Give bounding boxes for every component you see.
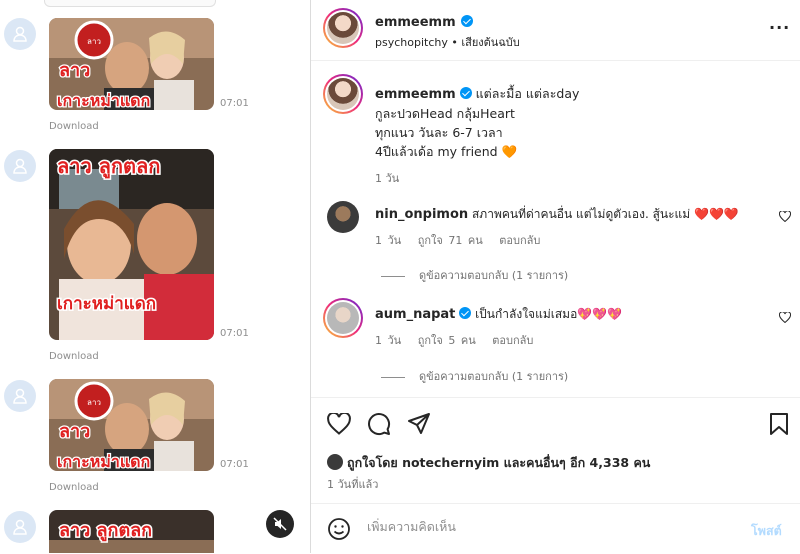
- user-icon: [13, 26, 27, 42]
- comment: aum_napat เป็นกำลังใจแม่เสมอ💖💖💖: [375, 305, 775, 324]
- comment-input[interactable]: [365, 518, 729, 535]
- comment-icon[interactable]: [367, 412, 391, 436]
- post-comment-button[interactable]: โพสต์: [751, 521, 782, 541]
- reply-button[interactable]: ตอบกลับ: [492, 334, 533, 347]
- audio-label[interactable]: เสียงต้นฉบับ: [461, 36, 519, 49]
- comment-time: 1 วัน: [375, 334, 402, 347]
- verified-icon: [460, 15, 473, 27]
- user-icon: [13, 519, 27, 535]
- comment-meta: 1 วัน ถูกใจ 71 คน ตอบกลับ: [375, 231, 540, 249]
- author-avatar[interactable]: [323, 8, 363, 48]
- view-replies[interactable]: ดูข้อความตอบกลับ (1 รายการ): [381, 367, 568, 385]
- post-header: emmeemm psychopitchy • เสียงต้นฉบับ ···: [311, 0, 800, 61]
- more-options-button[interactable]: ···: [769, 18, 790, 37]
- comment-likes[interactable]: ถูกใจ 71 คน: [418, 234, 483, 247]
- likes-text[interactable]: ถูกใจโดย notechernyim และคนอื่นๆ อีก 4,3…: [347, 455, 650, 470]
- message-time: 07:01: [220, 328, 249, 339]
- sender-avatar[interactable]: [4, 380, 36, 412]
- audio-line[interactable]: psychopitchy • เสียงต้นฉบับ: [375, 33, 520, 51]
- comment-like-icon[interactable]: [779, 211, 791, 222]
- comment-meta: 1 วัน ถูกใจ 5 คน ตอบกลับ: [375, 331, 533, 349]
- comment-username[interactable]: nin_onpimon: [375, 207, 468, 222]
- message-time: 07:01: [220, 98, 249, 109]
- user-icon: [13, 158, 27, 174]
- sender-avatar[interactable]: [4, 18, 36, 50]
- comment-likes[interactable]: ถูกใจ 5 คน: [418, 334, 476, 347]
- action-bar: [311, 397, 800, 450]
- verified-icon: [459, 87, 472, 99]
- chat-panel: ลาว ลาว เกาะหม่าแดก 07:01 Download ลาว ล…: [0, 0, 310, 553]
- caption-line: กูละปวดHead กลุ้มHeart: [375, 106, 515, 121]
- comment: nin_onpimon สภาพคนที่ด่าคนอื่น แต่ไม่ดูต…: [375, 205, 775, 224]
- message-time: 07:01: [220, 459, 249, 470]
- caption-avatar[interactable]: [323, 74, 363, 114]
- sender-avatar[interactable]: [4, 150, 36, 182]
- message-image[interactable]: ลาว ลูกตลก: [49, 510, 214, 553]
- caption-line: 4ปีแล้วเด้อ my friend 🧡: [375, 144, 518, 159]
- share-icon[interactable]: [407, 412, 431, 436]
- comment-text: เป็นกำลังใจแม่เสมอ💖💖💖: [475, 307, 623, 321]
- overlay-text: ลาว: [59, 60, 90, 81]
- svg-text:ลาว: ลาว: [87, 37, 101, 46]
- commenter-avatar[interactable]: [323, 298, 363, 338]
- likes-summary[interactable]: ถูกใจโดย notechernyim และคนอื่นๆ อีก 4,3…: [327, 453, 650, 473]
- post-time: 1 วันที่แล้ว: [327, 478, 379, 491]
- overlay-text: ลาว: [59, 421, 90, 442]
- post-panel: emmeemm psychopitchy • เสียงต้นฉบับ ··· …: [311, 0, 800, 553]
- overlay-text: ลาว ลูกตลก: [59, 520, 152, 542]
- author-username[interactable]: emmeemm: [375, 15, 456, 30]
- user-icon: [13, 388, 27, 404]
- chat-top-edge: [44, 0, 216, 7]
- add-comment-bar: โพสต์: [311, 503, 800, 554]
- message-image[interactable]: ลาว ลาว เกาะหม่าแดก: [49, 379, 214, 471]
- svg-text:ลาว: ลาว: [87, 398, 101, 407]
- download-link[interactable]: Download: [49, 121, 99, 132]
- mute-button[interactable]: [266, 510, 294, 538]
- message-image[interactable]: ลาว ลูกตลก เกาะหม่าแดก: [49, 149, 214, 340]
- comment-time: 1 วัน: [375, 234, 402, 247]
- caption-time: 1 วัน: [375, 172, 400, 185]
- message-image[interactable]: ลาว ลาว เกาะหม่าแดก: [49, 18, 214, 110]
- comment-like-icon[interactable]: [779, 312, 791, 323]
- caption: emmeemm แต่ละมื้อ แต่ละday กูละปวดHead ก…: [375, 84, 765, 188]
- caption-username[interactable]: emmeemm: [375, 87, 456, 102]
- view-replies[interactable]: ดูข้อความตอบกลับ (1 รายการ): [381, 266, 568, 284]
- mute-icon: [273, 517, 287, 531]
- commenter-avatar[interactable]: [327, 201, 359, 233]
- verified-icon: [459, 307, 472, 319]
- emoji-icon[interactable]: [327, 517, 351, 541]
- liker-avatar[interactable]: [327, 454, 343, 470]
- caption-line: ทุกแนว วันละ 6-7 เวลา: [375, 125, 503, 140]
- reply-button[interactable]: ตอบกลับ: [499, 234, 540, 247]
- overlay-text: ลาว ลูกตลก: [57, 154, 160, 180]
- bookmark-icon[interactable]: [769, 412, 789, 436]
- comment-text: สภาพคนที่ด่าคนอื่น แต่ไม่ดูตัวเอง. สู้นะ…: [471, 207, 739, 221]
- more-icon: ···: [769, 18, 791, 37]
- audio-author[interactable]: psychopitchy: [375, 36, 448, 49]
- comment-username[interactable]: aum_napat: [375, 307, 455, 322]
- download-link[interactable]: Download: [49, 351, 99, 362]
- sender-avatar[interactable]: [4, 511, 36, 543]
- overlay-text: เกาะหม่าแดก: [57, 91, 150, 110]
- overlay-text: เกาะหม่าแดก: [57, 294, 156, 314]
- heart-icon[interactable]: [327, 413, 351, 435]
- download-link[interactable]: Download: [49, 482, 99, 493]
- overlay-text: เกาะหม่าแดก: [57, 452, 150, 471]
- caption-line: แต่ละมื้อ แต่ละday: [475, 86, 580, 101]
